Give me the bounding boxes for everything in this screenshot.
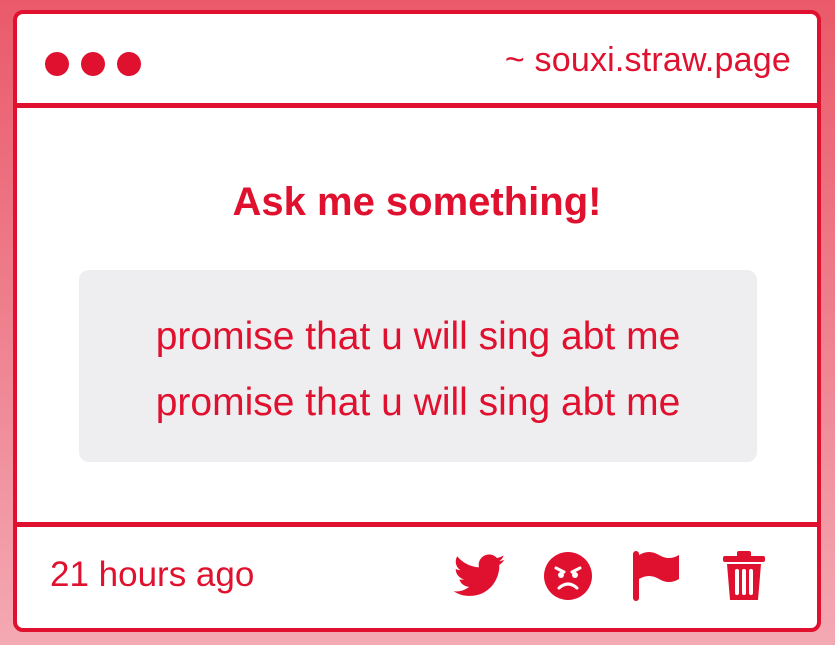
question-content: Ask me something! promise that u will si… xyxy=(17,108,817,526)
question-card: ~ souxi.straw.page Ask me something! pro… xyxy=(13,10,821,632)
share-twitter-button[interactable] xyxy=(453,549,507,603)
flag-icon xyxy=(633,551,679,601)
window-titlebar: ~ souxi.straw.page xyxy=(17,14,817,108)
page-heading: Ask me something! xyxy=(232,180,602,224)
report-button[interactable] xyxy=(629,549,683,603)
trash-icon xyxy=(723,551,765,600)
question-line-1: promise that u will sing abt me xyxy=(155,315,681,358)
angry-reaction-button[interactable] xyxy=(541,549,595,603)
question-box: promise that u will sing abt me promise … xyxy=(79,270,757,462)
angry-face-icon xyxy=(544,552,592,600)
twitter-bird-icon xyxy=(454,554,506,596)
delete-button[interactable] xyxy=(717,549,771,603)
site-url[interactable]: ~ souxi.straw.page xyxy=(505,41,791,80)
window-controls xyxy=(45,52,141,76)
card-footer: 21 hours ago xyxy=(17,522,817,628)
window-dot-1 xyxy=(45,52,69,76)
window-dot-2 xyxy=(81,52,105,76)
action-bar xyxy=(453,549,771,603)
timestamp: 21 hours ago xyxy=(50,555,255,594)
window-dot-3 xyxy=(117,52,141,76)
question-line-2: promise that u will sing abt me xyxy=(155,381,681,424)
